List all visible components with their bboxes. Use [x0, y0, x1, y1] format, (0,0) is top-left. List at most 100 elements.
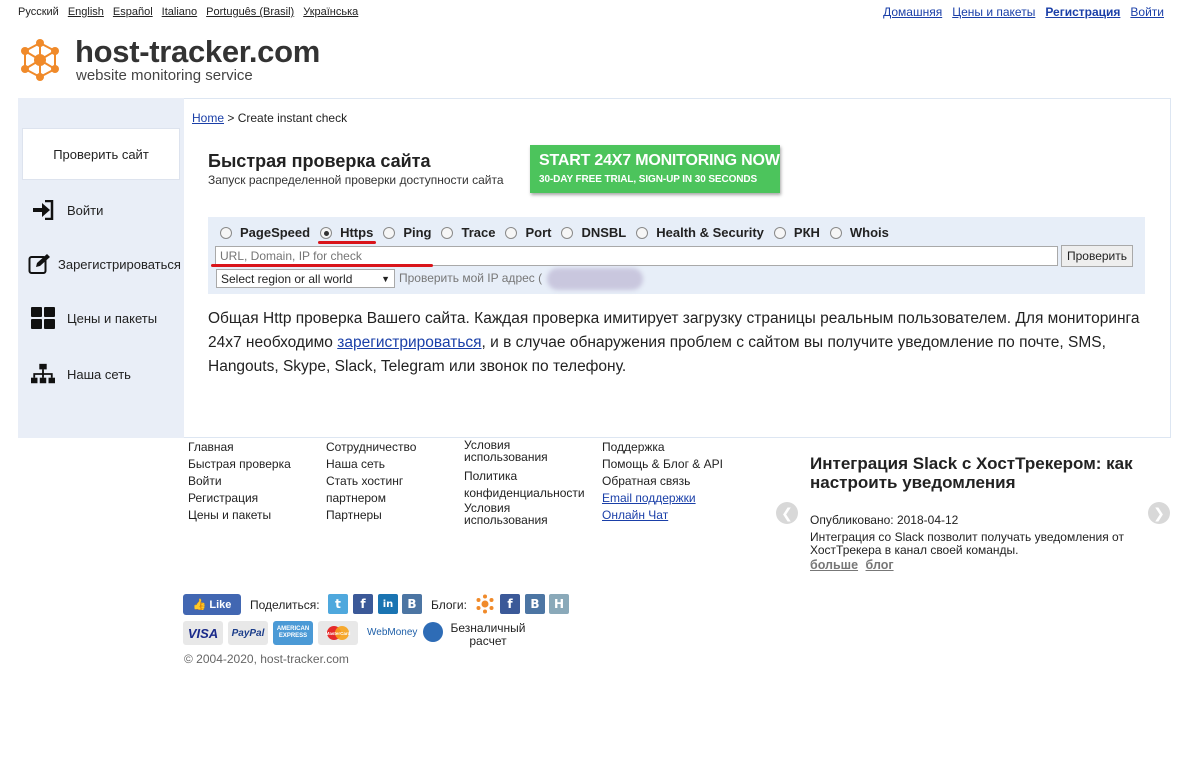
url-input[interactable]: [215, 246, 1058, 266]
radio-button[interactable]: [561, 226, 574, 239]
lang-spanish[interactable]: Español: [113, 6, 153, 18]
radio-label: РКН: [793, 225, 820, 240]
radio-https[interactable]: Https: [320, 225, 373, 240]
annotation-underline: [318, 241, 376, 244]
register-link[interactable]: зарегистрироваться: [337, 334, 481, 351]
radio-button[interactable]: [320, 226, 333, 239]
footer-link-terms[interactable]: Условия использования: [464, 439, 559, 463]
check-button[interactable]: Проверить: [1061, 245, 1133, 267]
footer-link-cooperation[interactable]: Сотрудничество: [326, 439, 436, 456]
footer-link-support[interactable]: Поддержка: [602, 439, 723, 456]
sidebar-item-check-site[interactable]: Проверить сайт: [22, 128, 180, 180]
lang-english[interactable]: English: [68, 6, 104, 18]
footer-link-online-chat[interactable]: Онлайн Чат: [602, 507, 723, 524]
news-title[interactable]: Интеграция Slack с ХостТрекером: как нас…: [810, 454, 1150, 492]
footer-link-help[interactable]: Помощь & Блог & API: [602, 456, 723, 473]
news-links: больше блог: [810, 558, 898, 572]
radio-whois[interactable]: Whois: [829, 225, 889, 240]
footer-link-pricing[interactable]: Цены и пакеты: [188, 507, 291, 524]
footer-link-login[interactable]: Войти: [188, 473, 291, 490]
radio-button[interactable]: [505, 226, 518, 239]
sidebar-item-login[interactable]: Войти: [18, 184, 184, 236]
breadcrumb-home[interactable]: Home: [192, 111, 224, 125]
next-arrow-icon[interactable]: ❯: [1148, 502, 1170, 524]
facebook-blog-icon[interactable]: f: [500, 594, 520, 614]
footer-link-terms-2[interactable]: Условия использования: [464, 502, 559, 526]
facebook-icon[interactable]: f: [353, 594, 373, 614]
sidebar-item-network[interactable]: Наша сеть: [18, 348, 184, 400]
radio-button[interactable]: [383, 226, 396, 239]
radio-port[interactable]: Port: [505, 225, 551, 240]
sidebar-item-label: Зарегистрироваться: [58, 256, 181, 272]
radio-rkn[interactable]: РКН: [773, 225, 820, 240]
radio-label: Ping: [403, 225, 432, 240]
cta-title: START 24X7 MONITORING NOW: [539, 152, 780, 169]
radio-dnsbl[interactable]: DNSBL: [561, 225, 626, 240]
radio-pagespeed[interactable]: PageSpeed: [220, 225, 310, 240]
radio-ping[interactable]: Ping: [383, 225, 431, 240]
lang-ukrainian[interactable]: Українська: [303, 6, 358, 18]
copyright: © 2004-2020, host-tracker.com: [184, 652, 349, 666]
nav-home[interactable]: Домашняя: [883, 5, 942, 19]
sidebar-item-register[interactable]: Зарегистрироваться: [18, 238, 184, 290]
footer-link-email-support[interactable]: Email поддержки: [602, 490, 723, 507]
news-blog-link[interactable]: блог: [866, 558, 894, 572]
footer-link-register[interactable]: Регистрация: [188, 490, 291, 507]
blurred-ip: [547, 268, 643, 290]
radio-label: Whois: [849, 225, 889, 240]
vk-icon[interactable]: B: [402, 594, 422, 614]
radio-button[interactable]: [829, 226, 842, 239]
sidebar-item-label: Войти: [67, 202, 104, 218]
news-more-link[interactable]: больше: [810, 558, 858, 572]
linkedin-icon[interactable]: in: [378, 594, 398, 614]
start-monitoring-button[interactable]: START 24X7 MONITORING NOW 30-DAY FREE TR…: [530, 145, 780, 193]
cta-subtitle: 30-DAY FREE TRIAL, SIGN-UP IN 30 SECONDS: [539, 174, 758, 185]
top-nav: Домашняя Цены и пакеты Регистрация Войти: [883, 5, 1164, 19]
footer-link-become-partner[interactable]: Стать хостинг партнером: [326, 473, 436, 507]
radio-button[interactable]: [773, 226, 786, 239]
grid-icon: [31, 306, 55, 330]
webmoney-icon: [423, 622, 443, 642]
logo-icon[interactable]: [18, 38, 62, 82]
nav-pricing[interactable]: Цены и пакеты: [952, 5, 1035, 19]
webmoney-label: WebMoney: [367, 627, 418, 638]
check-my-ip-link[interactable]: Проверить мой IP адрес (: [399, 271, 542, 285]
radio-health-security[interactable]: Health & Security: [636, 225, 764, 240]
radio-button[interactable]: [220, 226, 232, 239]
footer-link-feedback[interactable]: Обратная связь: [602, 473, 723, 490]
page-title: Быстрая проверка сайта: [208, 151, 431, 171]
region-select[interactable]: Select region or all world ▼: [216, 269, 395, 288]
share-label: Поделиться:: [250, 598, 320, 612]
habr-icon[interactable]: H: [549, 594, 569, 614]
lang-italian[interactable]: Italiano: [162, 6, 197, 18]
footer-link-network[interactable]: Наша сеть: [326, 456, 436, 473]
lang-russian: Русский: [18, 6, 59, 18]
sidebar-item-label: Проверить сайт: [53, 146, 149, 162]
footer-link-privacy[interactable]: Политика конфиденциальности: [464, 468, 599, 502]
logo-title[interactable]: host-tracker.com: [75, 34, 320, 70]
facebook-like-button[interactable]: 👍 Like: [183, 594, 241, 615]
news-date: Опубликовано: 2018-04-12: [810, 513, 959, 527]
hosttracker-blog-icon[interactable]: [475, 594, 495, 614]
edit-icon: [28, 252, 52, 276]
sidebar-item-pricing[interactable]: Цены и пакеты: [18, 292, 184, 344]
check-description: Общая Http проверка Вашего сайта. Каждая…: [208, 307, 1148, 379]
radio-button[interactable]: [441, 226, 454, 239]
prev-arrow-icon[interactable]: ❮: [776, 502, 798, 524]
radio-trace[interactable]: Trace: [441, 225, 495, 240]
footer-link-partners[interactable]: Партнеры: [326, 507, 436, 524]
annotation-underline: [211, 264, 433, 267]
news-text: Интеграция со Slack позволит получать ув…: [810, 530, 1124, 557]
vk-blog-icon[interactable]: B: [525, 594, 545, 614]
nav-register[interactable]: Регистрация: [1045, 5, 1120, 19]
nav-login[interactable]: Войти: [1130, 5, 1164, 19]
footer-link-home[interactable]: Главная: [188, 439, 291, 456]
footer-link-quick-check[interactable]: Быстрая проверка: [188, 456, 291, 473]
language-bar: Русский English Español Italiano Portugu…: [18, 6, 358, 18]
twitter-icon[interactable]: t: [328, 594, 348, 614]
region-select-value: Select region or all world: [221, 271, 353, 286]
radio-label: Health & Security: [656, 225, 764, 240]
amex-label: AMERICAN EXPRESS: [276, 626, 310, 639]
radio-button[interactable]: [636, 226, 649, 239]
lang-portuguese[interactable]: Português (Brasil): [206, 6, 294, 18]
